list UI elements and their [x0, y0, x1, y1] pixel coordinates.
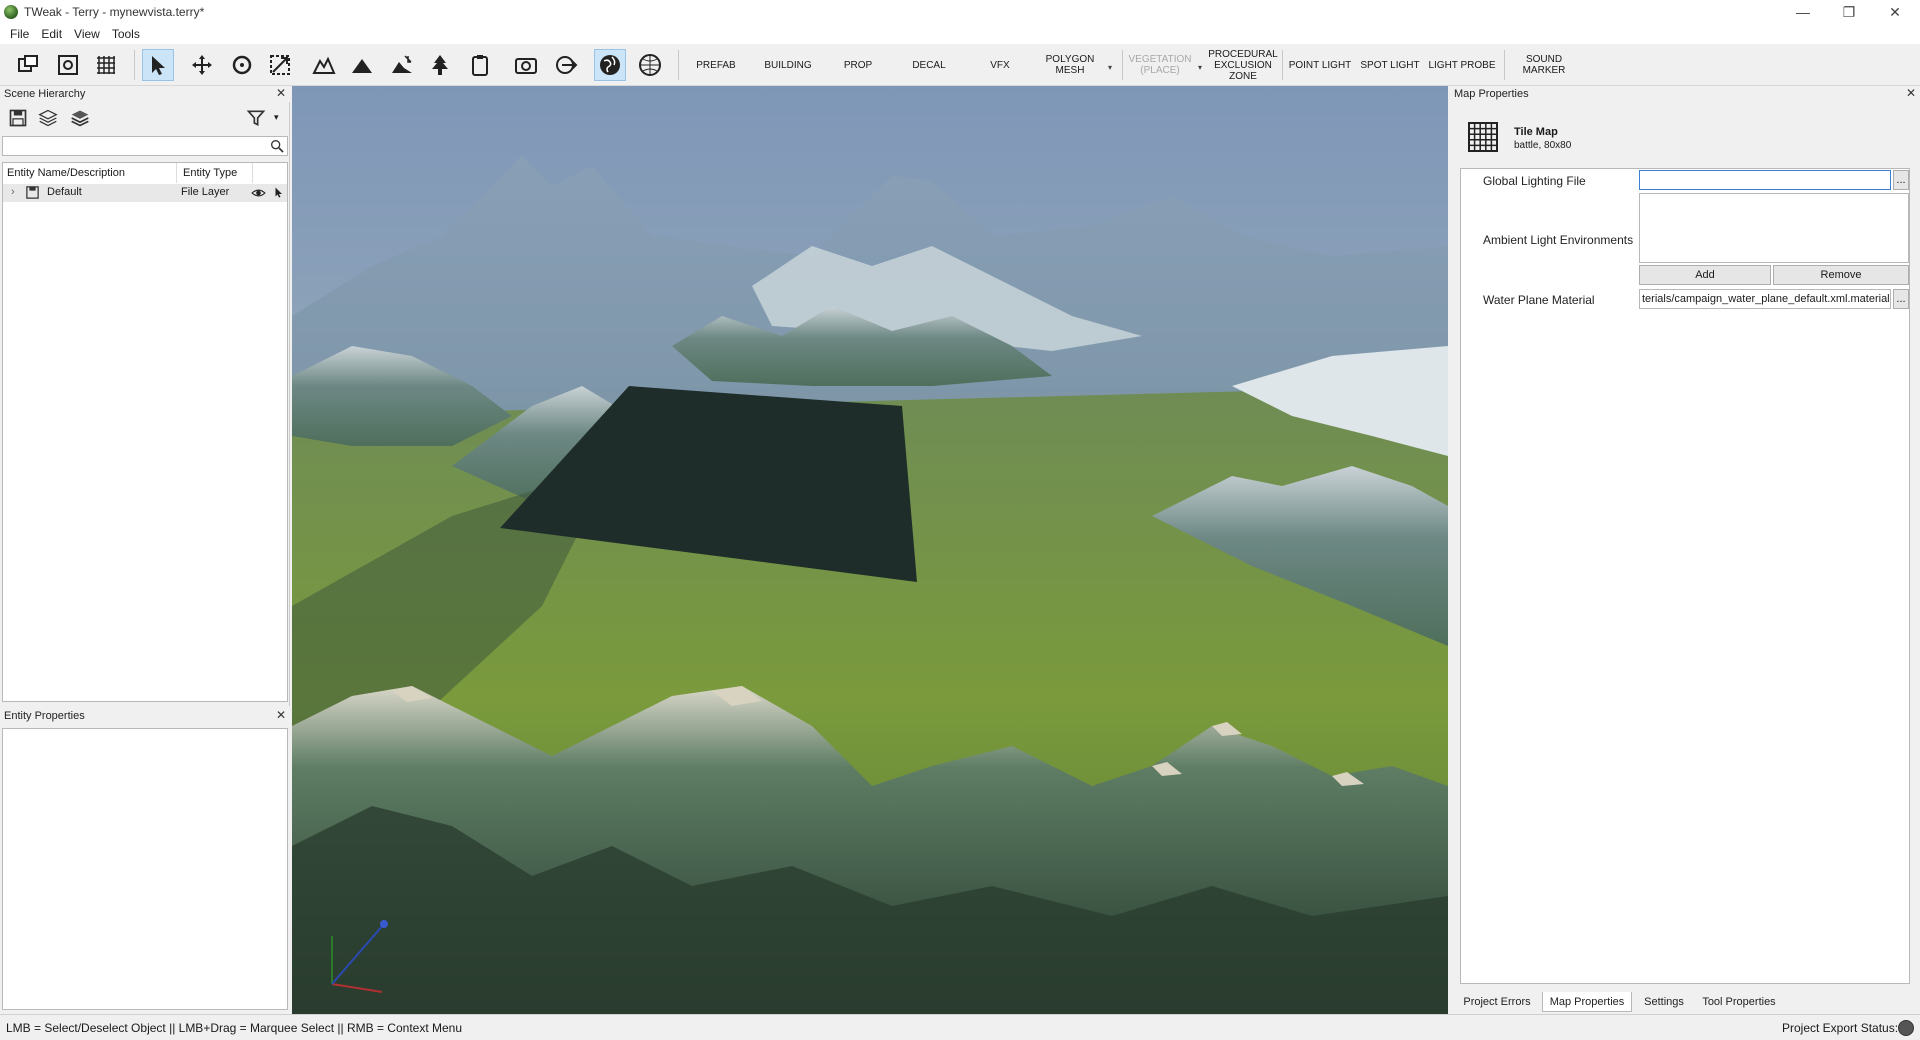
status-bar: LMB = Select/Deselect Object || LMB+Drag… — [0, 1014, 1920, 1040]
search-icon[interactable] — [269, 138, 285, 157]
save-layer-icon[interactable] — [8, 108, 30, 130]
3d-viewport[interactable] — [292, 86, 1448, 1014]
menu-view[interactable]: View — [68, 27, 106, 41]
water-plane-browse-button[interactable]: ... — [1893, 289, 1909, 309]
tree-icon[interactable] — [424, 49, 456, 81]
selectable-cursor-icon[interactable] — [273, 185, 285, 203]
menu-tools[interactable]: Tools — [106, 27, 146, 41]
tab-settings[interactable]: Settings — [1636, 992, 1692, 1012]
water-plane-label: Water Plane Material — [1483, 293, 1595, 307]
tab-project-errors[interactable]: Project Errors — [1454, 992, 1540, 1012]
map-properties-title: Map Properties — [1454, 88, 1529, 100]
remove-button[interactable]: Remove — [1773, 265, 1909, 285]
building-button[interactable]: BUILDING — [756, 48, 820, 82]
add-button[interactable]: Add — [1639, 265, 1771, 285]
procedural-exclusion-zone-button[interactable]: PROCEDURAL EXCLUSION ZONE — [1208, 48, 1278, 82]
sphere-icon[interactable] — [634, 49, 666, 81]
move-tool-icon[interactable] — [186, 49, 218, 81]
entity-properties-header: Entity Properties ✕ — [0, 708, 290, 724]
tile-map-title: Tile Map — [1514, 126, 1558, 138]
restore-button[interactable]: ❐ — [1826, 0, 1872, 24]
terrain-raise-icon[interactable] — [308, 49, 340, 81]
scene-hierarchy-header: Scene Hierarchy ✕ — [0, 86, 290, 102]
tree-row-default[interactable]: › Default File Layer — [3, 184, 287, 202]
select-tool-icon[interactable] — [142, 49, 174, 81]
vegetation-dropdown-icon[interactable]: ▾ — [1198, 63, 1202, 72]
frame-selection-icon[interactable] — [52, 49, 84, 81]
column-header-name[interactable]: Entity Name/Description — [7, 163, 177, 183]
status-hint: LMB = Select/Deselect Object || LMB+Drag… — [6, 1020, 463, 1035]
app-icon — [4, 5, 18, 19]
scene-hierarchy-title: Scene Hierarchy — [4, 88, 86, 100]
expand-chevron-icon[interactable]: › — [11, 186, 15, 198]
camera-icon[interactable] — [510, 49, 542, 81]
new-scene-icon[interactable] — [12, 49, 44, 81]
prop-button[interactable]: PROP — [830, 48, 886, 82]
filter-dropdown-icon[interactable]: ▾ — [274, 112, 279, 123]
decal-button[interactable]: DECAL — [900, 48, 958, 82]
global-lighting-label: Global Lighting File — [1483, 174, 1586, 188]
entity-properties-panel: Entity Properties ✕ — [0, 708, 290, 1014]
column-header-type[interactable]: Entity Type — [183, 163, 253, 183]
polygon-mesh-button[interactable]: POLYGON MESH — [1040, 48, 1100, 82]
tab-map-properties[interactable]: Map Properties — [1542, 992, 1632, 1012]
tab-tool-properties[interactable]: Tool Properties — [1696, 992, 1782, 1012]
terrain-smooth-icon[interactable] — [386, 49, 418, 81]
map-properties-close-icon[interactable]: ✕ — [1906, 86, 1916, 100]
entity-name: Default — [47, 186, 82, 198]
vegetation-place-button: VEGETATION (PLACE) — [1128, 54, 1192, 76]
grid-icon[interactable] — [90, 49, 122, 81]
entity-properties-body — [2, 728, 288, 1010]
layers-icon[interactable] — [38, 108, 60, 130]
map-properties-header: Map Properties ✕ — [1450, 86, 1920, 102]
scene-search-input[interactable] — [2, 136, 288, 156]
scene-tree: Entity Name/Description Entity Type › De… — [2, 162, 288, 702]
visibility-eye-icon[interactable] — [251, 186, 266, 203]
tile-map-subtitle: battle, 80x80 — [1514, 140, 1572, 151]
title-bar: TWeak - Terry - mynewvista.terry* — ❐ ✕ — [0, 0, 1920, 24]
menu-bar: File Edit View Tools — [0, 24, 1920, 44]
spot-light-button[interactable]: SPOT LIGHT — [1356, 48, 1424, 82]
global-lighting-browse-button[interactable]: ... — [1893, 170, 1909, 190]
map-properties-body: Global Lighting File ... Ambient Light E… — [1460, 168, 1910, 984]
terrain-render — [292, 156, 1448, 1014]
globe-icon[interactable] — [594, 49, 626, 81]
window-title: TWeak - Terry - mynewvista.terry* — [24, 5, 205, 19]
entity-properties-close-icon[interactable]: ✕ — [276, 708, 286, 722]
clipboard-icon[interactable] — [464, 49, 496, 81]
close-button[interactable]: ✕ — [1872, 0, 1918, 24]
file-layer-icon — [25, 185, 40, 203]
terrain-flatten-icon[interactable] — [346, 49, 378, 81]
global-lighting-input[interactable] — [1639, 170, 1891, 190]
filter-icon[interactable] — [246, 108, 268, 130]
scale-tool-icon[interactable] — [264, 49, 296, 81]
menu-file[interactable]: File — [4, 27, 35, 41]
menu-edit[interactable]: Edit — [35, 27, 68, 41]
prefab-button[interactable]: PREFAB — [688, 48, 744, 82]
minimize-button[interactable]: — — [1780, 0, 1826, 24]
scene-hierarchy-close-icon[interactable]: ✕ — [276, 86, 286, 100]
layers-stack-icon[interactable] — [70, 108, 92, 130]
rotate-tool-icon[interactable] — [226, 49, 258, 81]
ambient-light-label: Ambient Light Environments — [1483, 233, 1634, 247]
export-status-indicator-icon — [1898, 1020, 1914, 1036]
ambient-light-list[interactable] — [1639, 193, 1909, 263]
water-plane-input[interactable]: terials/campaign_water_plane_default.xml… — [1639, 289, 1891, 309]
vfx-button[interactable]: VFX — [975, 48, 1025, 82]
tile-map-grid-icon — [1468, 122, 1498, 152]
point-light-button[interactable]: POINT LIGHT — [1286, 48, 1354, 82]
export-status-label: Project Export Status: — [1782, 1021, 1899, 1035]
polygon-mesh-dropdown-icon[interactable]: ▾ — [1108, 63, 1112, 72]
sound-marker-button[interactable]: SOUND MARKER — [1516, 48, 1572, 82]
light-probe-button[interactable]: LIGHT PROBE — [1426, 48, 1498, 82]
entity-properties-title: Entity Properties — [4, 710, 85, 722]
map-properties-panel: Map Properties ✕ Tile Map battle, 80x80 … — [1450, 86, 1920, 1014]
scene-hierarchy-panel: Scene Hierarchy ✕ ▾ Entity Name/Descript… — [0, 86, 290, 706]
toolbar: PREFAB BUILDING PROP DECAL VFX POLYGON M… — [0, 44, 1920, 86]
entity-type: File Layer — [181, 186, 230, 198]
export-icon[interactable] — [550, 49, 582, 81]
